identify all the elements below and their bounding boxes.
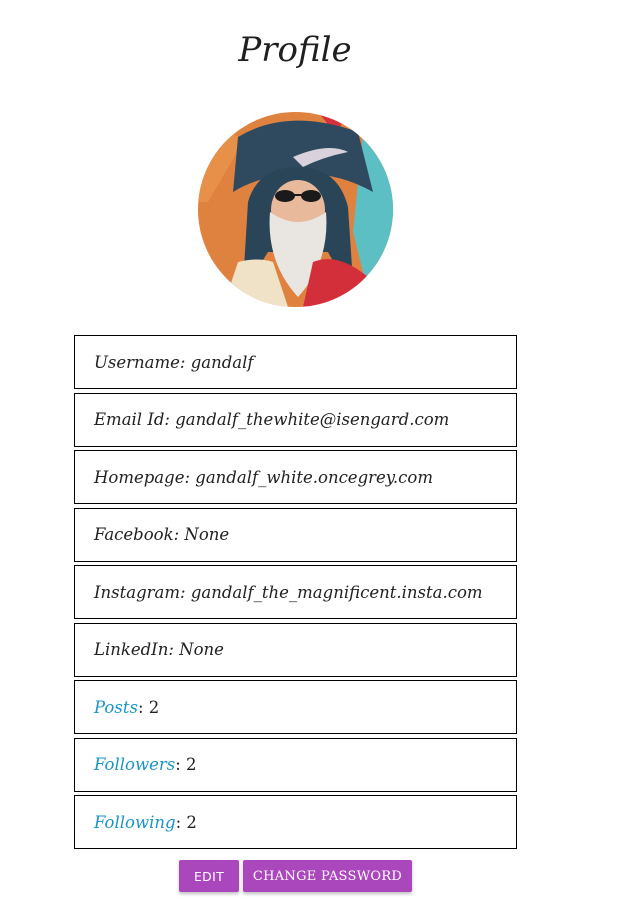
followers-row: Followers: 2	[74, 737, 517, 792]
username-row: Username: gandalf	[74, 335, 517, 389]
linkedin-label: LinkedIn	[94, 640, 169, 659]
linkedin-value: None	[179, 640, 224, 659]
following-row: Following: 2	[74, 795, 517, 849]
username-value: gandalf	[190, 352, 254, 372]
profile-actions: EDIT CHANGE PASSWORD	[179, 860, 412, 892]
profile-avatar	[198, 112, 393, 307]
posts-row: Posts: 2	[74, 680, 517, 734]
instagram-row: Instagram: gandalf_the_magnificent.insta…	[74, 565, 517, 619]
profile-info-list: Username: gandalf Email Id: gandalf_thew…	[74, 335, 517, 853]
homepage-value: gandalf_white.oncegrey.com	[195, 467, 433, 487]
page-title: Profile	[238, 30, 352, 70]
email-row: Email Id: gandalf_thewhite@isengard.com	[74, 392, 517, 447]
linkedin-row: LinkedIn: None	[74, 622, 517, 677]
homepage-label: Homepage	[94, 467, 185, 487]
posts-link[interactable]: Posts	[94, 698, 138, 717]
followers-link[interactable]: Followers	[94, 755, 175, 774]
facebook-value: None	[184, 525, 230, 544]
following-link[interactable]: Following	[94, 813, 176, 832]
posts-count: 2	[148, 697, 160, 717]
email-label: Email Id	[94, 410, 165, 429]
facebook-label: Facebook	[94, 525, 174, 544]
following-count: 2	[186, 812, 197, 832]
followers-count: 2	[186, 755, 197, 774]
edit-button[interactable]: EDIT	[179, 860, 239, 892]
wizard-portrait-icon	[198, 112, 393, 307]
homepage-row: Homepage: gandalf_white.oncegrey.com	[74, 450, 517, 504]
change-password-button[interactable]: CHANGE PASSWORD	[243, 860, 412, 892]
instagram-value: gandalf_the_magnificent.insta.com	[190, 582, 483, 602]
instagram-label: Instagram	[94, 582, 181, 602]
facebook-row: Facebook: None	[74, 507, 517, 562]
email-value: gandalf_thewhite@isengard.com	[175, 410, 450, 429]
username-label: Username	[94, 352, 180, 372]
